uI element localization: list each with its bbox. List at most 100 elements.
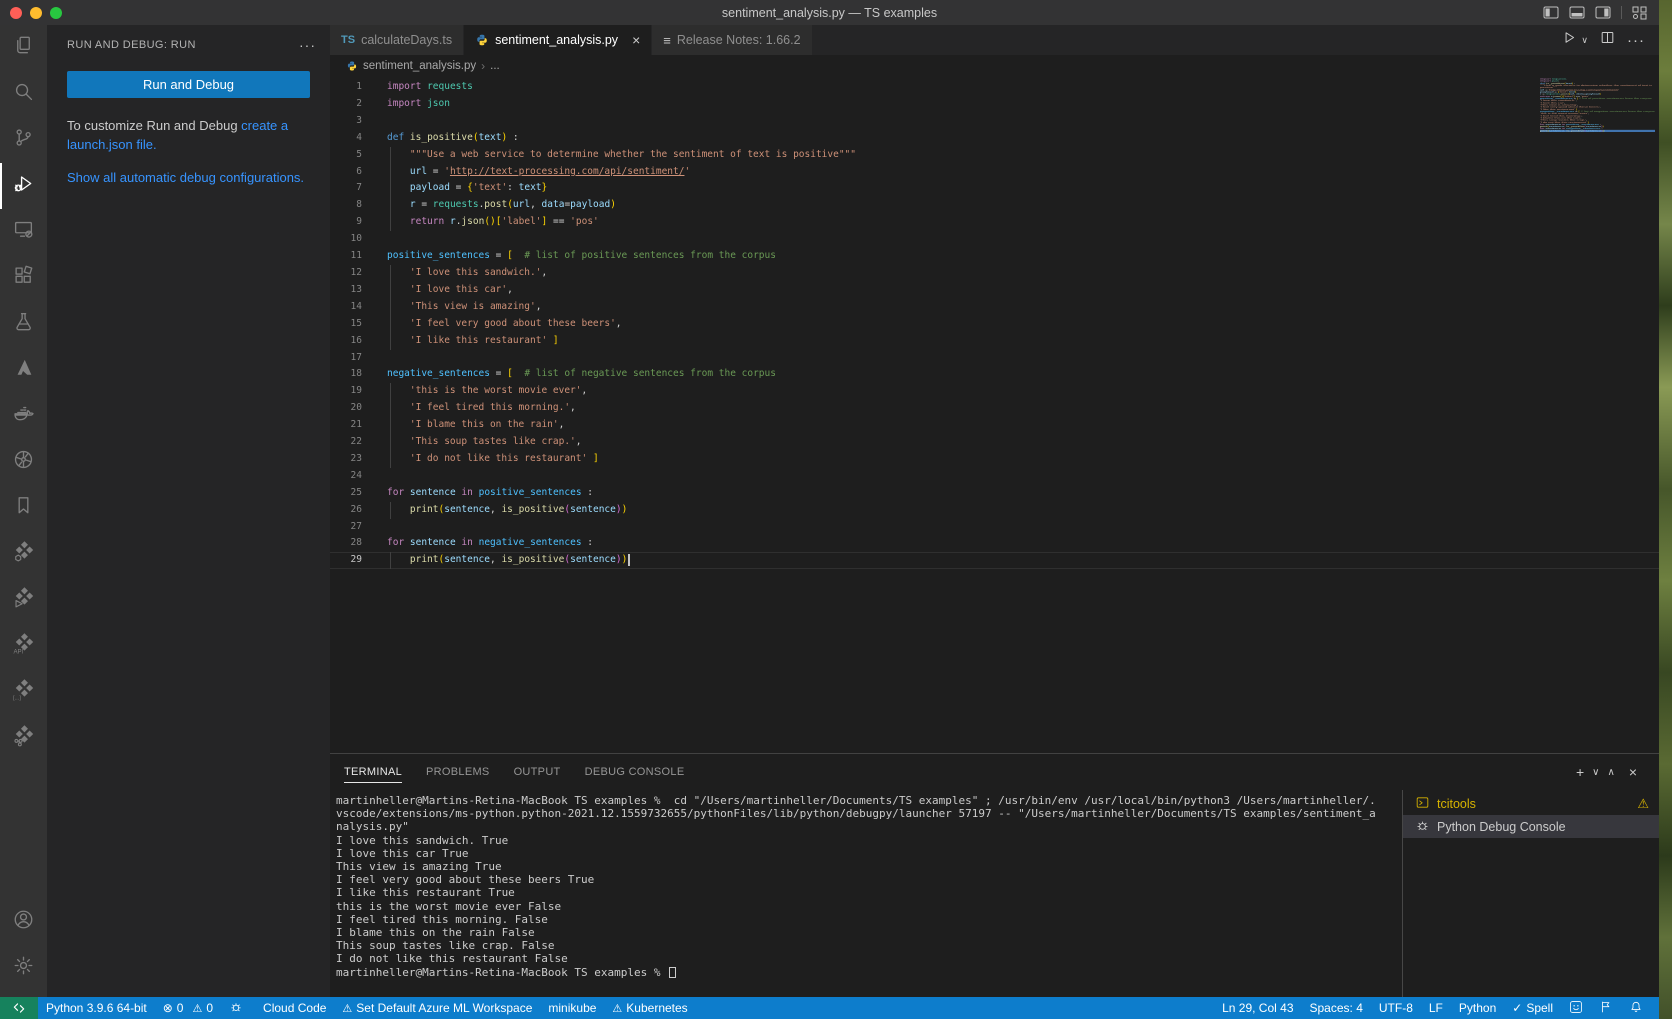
tab-release-notes[interactable]: ≡ Release Notes: 1.66.2 — [652, 25, 812, 55]
status-item-encoding[interactable]: UTF-8 — [1371, 997, 1421, 1019]
activity-bar-item-azure-ml-molecule[interactable] — [0, 715, 47, 761]
activity-bar-item-azure-ml-api[interactable]: API — [0, 623, 47, 669]
activity-bar-item-bookmarks[interactable] — [0, 485, 47, 531]
code-editor[interactable]: 1import requests2import json34def is_pos… — [330, 76, 1659, 753]
code-line-8[interactable]: 8 r = requests.post(url, data=payload) — [330, 197, 1659, 214]
activity-bar-item-source-control[interactable] — [0, 117, 47, 163]
code-line-18[interactable]: 18negative_sentences = [ # list of negat… — [330, 366, 1659, 383]
remote-indicator[interactable] — [0, 997, 38, 1019]
status-item-azure-ml-workspace[interactable]: ⚠Set Default Azure ML Workspace — [334, 997, 540, 1019]
minimap[interactable]: 1import requests2import json34def is_pos… — [1540, 78, 1655, 678]
terminal-output[interactable]: martinheller@Martins-Retina-MacBook TS e… — [330, 790, 1402, 997]
code-line-16[interactable]: 16 'I like this restaurant' ] — [330, 333, 1659, 350]
close-panel-icon[interactable]: × — [1629, 764, 1637, 780]
terminal-dropdown-chevron-icon[interactable]: ∨ — [1592, 767, 1599, 778]
status-item-problems[interactable]: ⊗0⚠0 — [155, 997, 221, 1019]
code-line-17[interactable]: 17 — [330, 350, 1659, 367]
activity-bar-item-accounts[interactable] — [0, 899, 47, 945]
show-debug-configurations-link[interactable]: Show all automatic debug configurations. — [67, 170, 304, 185]
code-line-2[interactable]: 2import json — [330, 96, 1659, 113]
code-line-21[interactable]: 21 'I blame this on the rain', — [330, 417, 1659, 434]
terminal-list-item-python-debug-console[interactable]: Python Debug Console — [1403, 815, 1659, 838]
status-item-minikube[interactable]: minikube — [540, 997, 604, 1019]
close-window-button[interactable] — [10, 7, 22, 19]
status-item-kubernetes[interactable]: ⚠Kubernetes — [604, 997, 695, 1019]
breadcrumb[interactable]: sentiment_analysis.py › ... — [330, 55, 1659, 76]
activity-bar-item-docker[interactable] — [0, 393, 47, 439]
breadcrumb-more[interactable]: ... — [490, 60, 500, 72]
activity-bar-item-remote-explorer[interactable] — [0, 209, 47, 255]
code-line-28[interactable]: 28for sentence in negative_sentences : — [330, 535, 1659, 552]
status-item-spell-checker[interactable]: ✓Spell — [1504, 997, 1561, 1019]
code-line-22[interactable]: 22 'This soup tastes like crap.', — [330, 434, 1659, 451]
code-line-19[interactable]: 19 'this is the worst movie ever', — [330, 383, 1659, 400]
activity-bar-item-extensions[interactable] — [0, 255, 47, 301]
status-item-eol[interactable]: LF — [1421, 997, 1451, 1019]
code-line-29[interactable]: 29 print(sentence, is_positive(sentence)… — [330, 552, 1659, 569]
panel-tab-debug-console[interactable]: DEBUG CONSOLE — [585, 762, 685, 782]
new-terminal-icon[interactable]: + — [1576, 764, 1584, 780]
activity-bar-item-run-and-debug[interactable] — [0, 163, 47, 209]
panel-tab-problems[interactable]: PROBLEMS — [426, 762, 490, 782]
code-line-4[interactable]: 4def is_positive(text) : — [330, 130, 1659, 147]
code-line-12[interactable]: 12 'I love this sandwich.', — [330, 265, 1659, 282]
status-item-cursor-position[interactable]: Ln 29, Col 43 — [1214, 997, 1301, 1019]
sidebar-more-actions-icon[interactable]: ··· — [299, 37, 316, 53]
run-dropdown-chevron-icon[interactable]: ∨ — [1581, 35, 1588, 46]
status-item-python-version[interactable]: Python 3.9.6 64-bit — [38, 997, 155, 1019]
code-line-26[interactable]: 26 print(sentence, is_positive(sentence)… — [330, 502, 1659, 519]
code-line-27[interactable]: 27 — [330, 519, 1659, 536]
split-editor-icon[interactable] — [1600, 30, 1615, 50]
tab-calculatedays-ts[interactable]: TS calculateDays.ts — [330, 25, 464, 55]
activity-bar-item-azure-ml-brackets[interactable]: [...] — [0, 669, 47, 715]
breadcrumb-file[interactable]: sentiment_analysis.py — [363, 60, 476, 72]
code-line-11[interactable]: 11positive_sentences = [ # list of posit… — [330, 248, 1659, 265]
panel-tab-output[interactable]: OUTPUT — [514, 762, 561, 782]
code-line-1[interactable]: 1import requests — [330, 79, 1659, 96]
code-line-24[interactable]: 24 — [330, 468, 1659, 485]
activity-bar-item-azure-ml-run[interactable] — [0, 577, 47, 623]
status-item-notifications[interactable] — [1621, 997, 1651, 1019]
status-item-indentation[interactable]: Spaces: 4 — [1302, 997, 1371, 1019]
maximize-panel-icon[interactable]: ∧ — [1607, 767, 1614, 778]
code-line-15[interactable]: 15 'I feel very good about these beers', — [330, 316, 1659, 333]
toggle-sidebar-left-icon[interactable] — [1543, 6, 1559, 19]
code-line-10[interactable]: 10 — [330, 231, 1659, 248]
run-python-file-icon[interactable] — [1562, 30, 1577, 50]
activity-bar-item-azure[interactable] — [0, 347, 47, 393]
activity-bar-item-settings[interactable] — [0, 945, 47, 991]
panel-tab-terminal[interactable]: TERMINAL — [344, 762, 402, 783]
code-line-23[interactable]: 23 'I do not like this restaurant' ] — [330, 451, 1659, 468]
code-line-13[interactable]: 13 'I love this car', — [330, 282, 1659, 299]
activity-bar-item-kubernetes[interactable] — [0, 439, 47, 485]
code-line-14[interactable]: 14 'This view is amazing', — [330, 299, 1659, 316]
toggle-panel-icon[interactable] — [1569, 6, 1585, 19]
minimize-window-button[interactable] — [30, 7, 42, 19]
close-tab-icon[interactable]: × — [632, 32, 640, 48]
code-line-6[interactable]: 6 url = 'http://text-processing.com/api/… — [330, 164, 1659, 181]
code-line-7[interactable]: 7 payload = {'text': text} — [330, 180, 1659, 197]
status-item-feedback[interactable] — [1561, 997, 1591, 1019]
zoom-window-button[interactable] — [50, 7, 62, 19]
editor-more-actions-icon[interactable]: ··· — [1627, 32, 1645, 49]
status-item-cloud-code[interactable]: Cloud Code — [251, 997, 334, 1019]
code-line-9[interactable]: 9 return r.json()['label'] == 'pos' — [330, 214, 1659, 231]
code-line-5[interactable]: 5 """Use a web service to determine whet… — [330, 147, 1659, 164]
code-line-3[interactable]: 3 — [330, 113, 1659, 130]
code-line-25[interactable]: 25for sentence in positive_sentences : — [330, 485, 1659, 502]
code-line-29[interactable]: 29 print(sentence, is_positive(sentence)… — [1540, 130, 1655, 132]
activity-bar-item-search[interactable] — [0, 71, 47, 117]
status-item-survey-flag[interactable] — [1591, 997, 1621, 1019]
status-item-debug-misc[interactable] — [221, 997, 251, 1019]
activity-bar-item-explorer[interactable] — [0, 25, 47, 71]
code-line-20[interactable]: 20 'I feel tired this morning.', — [330, 400, 1659, 417]
activity-bar-item-azure-ml-hexagon[interactable] — [0, 531, 47, 577]
run-and-debug-button[interactable]: Run and Debug — [67, 71, 310, 98]
activity-bar-item-testing[interactable] — [0, 301, 47, 347]
code-text: url = 'http://text-processing.com/api/se… — [387, 164, 690, 181]
customize-layout-icon[interactable] — [1632, 6, 1647, 20]
terminal-list-item-tcitools[interactable]: tcitools⚠ — [1403, 792, 1659, 815]
tab-sentiment-analysis-py[interactable]: sentiment_analysis.py × — [464, 25, 652, 55]
toggle-sidebar-right-icon[interactable] — [1595, 6, 1611, 19]
status-item-language-mode[interactable]: Python — [1451, 997, 1504, 1019]
